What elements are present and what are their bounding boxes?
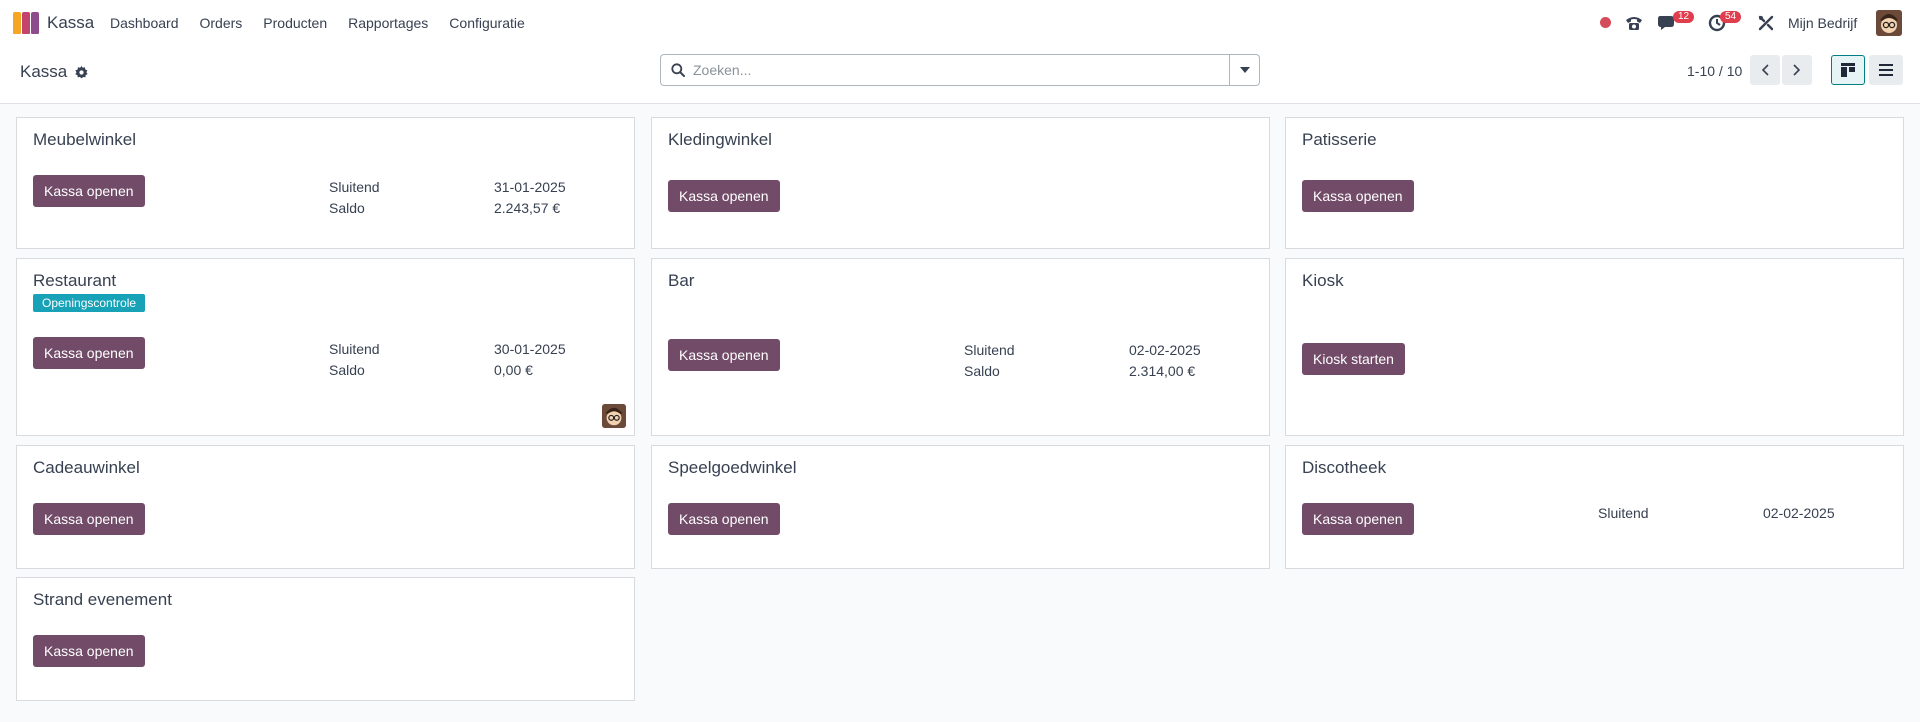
pos-card-restaurant[interactable]: Restaurant Openingscontrole Kassa openen…	[16, 258, 635, 436]
user-avatar[interactable]	[1876, 10, 1902, 36]
menu-item-configuratie[interactable]: Configuratie	[449, 15, 525, 31]
balance-label: Saldo	[329, 362, 365, 378]
pos-card-patisserie[interactable]: Patisserie Kassa openen	[1285, 117, 1904, 249]
status-badge: Openingscontrole	[33, 294, 146, 312]
tools-icon[interactable]	[1758, 15, 1774, 34]
open-session-button[interactable]: Kassa openen	[33, 337, 145, 369]
menu-item-producten[interactable]: Producten	[263, 15, 327, 31]
card-title: Bar	[668, 271, 695, 290]
caret-down-icon	[1239, 67, 1250, 73]
card-title: Speelgoedwinkel	[668, 458, 797, 477]
page-title: Kassa	[20, 62, 68, 81]
pos-card-strand-evenement[interactable]: Strand evenement Kassa openen	[16, 577, 635, 701]
list-icon	[1879, 64, 1893, 76]
card-title: Meubelwinkel	[33, 130, 136, 149]
open-session-button[interactable]: Kassa openen	[33, 503, 145, 535]
open-session-button[interactable]: Kassa openen	[668, 339, 780, 371]
pager-previous-button[interactable]	[1750, 55, 1780, 85]
card-title: Patisserie	[1302, 130, 1377, 149]
activity-count-badge: 54	[1720, 11, 1742, 23]
card-title: Kledingwinkel	[668, 130, 772, 149]
pos-card-speelgoedwinkel[interactable]: Speelgoedwinkel Kassa openen	[651, 445, 1270, 569]
company-switcher[interactable]: Mijn Bedrijf	[1788, 15, 1857, 31]
search-options-toggle[interactable]	[1229, 55, 1259, 85]
list-view-button[interactable]	[1869, 55, 1903, 85]
app-logo-icon[interactable]	[13, 12, 41, 34]
search-bar	[660, 54, 1260, 86]
balance-label: Saldo	[964, 363, 1000, 379]
closing-date: 02-02-2025	[1763, 505, 1835, 521]
closing-date: 31-01-2025	[494, 179, 566, 195]
chat-count-badge: 12	[1673, 11, 1695, 23]
open-session-button[interactable]: Kassa openen	[1302, 180, 1414, 212]
card-title: Restaurant	[33, 271, 117, 290]
open-session-button[interactable]: Kassa openen	[668, 180, 780, 212]
card-title: Discotheek	[1302, 458, 1387, 477]
open-session-button[interactable]: Kassa openen	[33, 635, 145, 667]
kanban-icon	[1841, 63, 1855, 77]
search-input[interactable]	[693, 62, 1213, 78]
search-icon	[671, 63, 685, 77]
pos-card-bar[interactable]: Bar Kassa openen Sluitend 02-02-2025 Sal…	[651, 258, 1270, 436]
closing-date: 30-01-2025	[494, 341, 566, 357]
app-name[interactable]: Kassa	[47, 13, 94, 33]
card-title: Strand evenement	[33, 590, 172, 609]
open-session-button[interactable]: Kassa openen	[33, 175, 145, 207]
card-title: Cadeauwinkel	[33, 458, 140, 477]
card-title: Kiosk	[1302, 271, 1344, 290]
pager-next-button[interactable]	[1782, 55, 1812, 85]
phone-icon[interactable]	[1624, 14, 1644, 35]
menu-item-orders[interactable]: Orders	[200, 15, 243, 31]
open-session-button[interactable]: Kassa openen	[1302, 503, 1414, 535]
closing-label: Sluitend	[329, 179, 380, 195]
closing-label: Sluitend	[1598, 505, 1649, 521]
pos-card-cadeauwinkel[interactable]: Cadeauwinkel Kassa openen	[16, 445, 635, 569]
kanban-view-button[interactable]	[1831, 55, 1865, 85]
pager-value[interactable]: 1-10 / 10	[1687, 63, 1742, 79]
recording-dot-icon[interactable]	[1600, 17, 1611, 28]
chevron-left-icon	[1761, 64, 1769, 76]
balance-label: Saldo	[329, 200, 365, 216]
main-menu: Dashboard Orders Producten Rapportages C…	[110, 15, 546, 31]
menu-item-rapportages[interactable]: Rapportages	[348, 15, 428, 31]
start-kiosk-button[interactable]: Kiosk starten	[1302, 343, 1405, 375]
closing-label: Sluitend	[964, 342, 1015, 358]
control-panel: Kassa 1-10 / 10	[0, 46, 1920, 104]
breadcrumb: Kassa	[20, 62, 88, 82]
menu-item-dashboard[interactable]: Dashboard	[110, 15, 179, 31]
closing-date: 02-02-2025	[1129, 342, 1201, 358]
pos-card-discotheek[interactable]: Discotheek Kassa openen Sluitend 02-02-2…	[1285, 445, 1904, 569]
pos-card-meubelwinkel[interactable]: Meubelwinkel Kassa openen Sluitend 31-01…	[16, 117, 635, 249]
balance-value: 0,00 €	[494, 362, 533, 378]
pos-card-kiosk[interactable]: Kiosk Kiosk starten	[1285, 258, 1904, 436]
gear-icon[interactable]	[75, 65, 88, 79]
pos-card-kledingwinkel[interactable]: Kledingwinkel Kassa openen	[651, 117, 1270, 249]
balance-value: 2.314,00 €	[1129, 363, 1196, 379]
closing-label: Sluitend	[329, 341, 380, 357]
open-session-button[interactable]: Kassa openen	[668, 503, 780, 535]
chevron-right-icon	[1793, 64, 1801, 76]
session-user-avatar	[602, 404, 626, 428]
balance-value: 2.243,57 €	[494, 200, 561, 216]
top-navbar: Kassa Dashboard Orders Producten Rapport…	[0, 0, 1920, 46]
